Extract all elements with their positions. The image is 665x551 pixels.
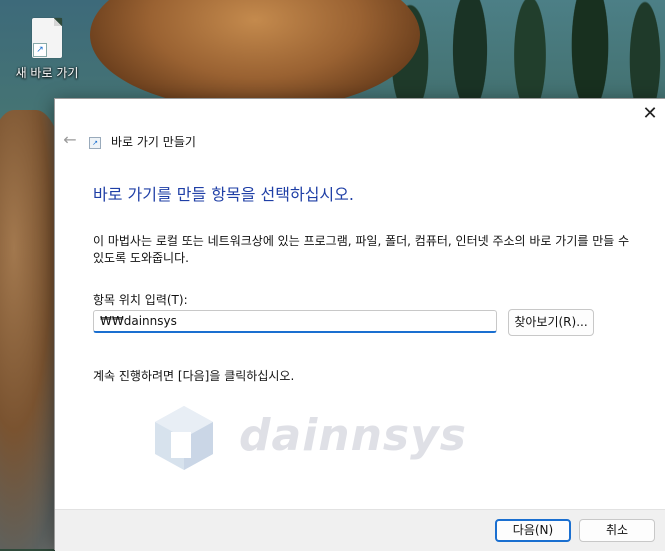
watermark-text: dainnsys bbox=[239, 410, 467, 461]
desktop-icon-label: 새 바로 가기 bbox=[15, 66, 79, 80]
shortcut-file-icon: ↗ bbox=[32, 18, 62, 58]
cancel-button[interactable]: 취소 bbox=[579, 519, 655, 542]
dialog-footer: 다음(N) 취소 bbox=[55, 509, 665, 551]
dialog-titlebar: ← ↗ 바로 가기 만들기 bbox=[55, 129, 665, 153]
shortcut-arrow-icon: ↗ bbox=[33, 43, 47, 57]
dialog-title: 바로 가기 만들기 bbox=[111, 135, 196, 149]
location-label: 항목 위치 입력(T): bbox=[93, 293, 188, 307]
shortcut-title-icon: ↗ bbox=[89, 137, 101, 149]
watermark-logo: dainnsys bbox=[149, 402, 479, 474]
browse-button[interactable]: 찾아보기(R)... bbox=[508, 309, 594, 336]
back-arrow-icon[interactable]: ← bbox=[61, 131, 79, 149]
next-button[interactable]: 다음(N) bbox=[495, 519, 571, 542]
instruction-text: 계속 진행하려면 [다음]을 클릭하십시오. bbox=[93, 369, 295, 383]
page-heading: 바로 가기를 만들 항목을 선택하십시오. bbox=[93, 185, 354, 204]
desktop-shortcut-icon[interactable]: ↗ 새 바로 가기 bbox=[8, 18, 86, 81]
close-icon[interactable]: ✕ bbox=[640, 105, 660, 123]
location-input[interactable] bbox=[93, 310, 497, 333]
watermark-cube-icon bbox=[155, 406, 213, 470]
create-shortcut-dialog: ✕ ← ↗ 바로 가기 만들기 바로 가기를 만들 항목을 선택하십시오. 이 … bbox=[54, 98, 665, 551]
wizard-description: 이 마법사는 로컬 또는 네트워크상에 있는 프로그램, 파일, 폴더, 컴퓨터… bbox=[93, 234, 630, 265]
